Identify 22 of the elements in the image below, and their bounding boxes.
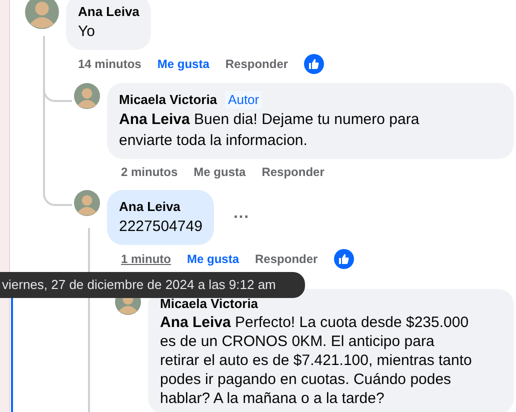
reply-link[interactable]: Responder bbox=[262, 163, 324, 181]
author-name[interactable]: Micaela Victoria bbox=[160, 295, 258, 313]
comment-time[interactable]: 1 minuto bbox=[121, 250, 171, 268]
comment-time[interactable]: 14 minutos bbox=[78, 55, 142, 73]
reply-link[interactable]: Responder bbox=[225, 55, 288, 73]
author-name[interactable]: Micaela Victoria bbox=[119, 91, 218, 109]
thumbs-up-icon bbox=[304, 54, 324, 74]
author-name[interactable]: Ana Leiva bbox=[119, 198, 180, 216]
comment-text: Ana Leiva Buen dia! Dejame tu numero para enviarte toda la informacion. bbox=[119, 110, 420, 151]
author-name[interactable]: Ana Leiva bbox=[78, 3, 140, 21]
like-link[interactable]: Me gusta bbox=[194, 163, 246, 181]
comment-text: Yo bbox=[78, 22, 96, 42]
tooltip: viernes, 27 de diciembre de 2024 a las 9:12 am bbox=[0, 272, 305, 298]
more-options-button[interactable]: ··· bbox=[233, 206, 250, 230]
like-link[interactable]: Me gusta bbox=[187, 250, 240, 268]
like-link[interactable]: Me gusta bbox=[157, 55, 210, 73]
comment-text: 2227504749 bbox=[119, 217, 202, 237]
comment-time[interactable]: 2 minutos bbox=[121, 163, 178, 181]
comment-text: Ana Leiva Perfecto! La cuota desde $235.000 es de un CRONOS 0KM. El anticipo para retirar el auto es de $7.421.100, mientras tanto podes ir pagando en cuotas. Cuándo podes hablar? A la mañana o a la tarde? bbox=[160, 313, 473, 408]
reply-link[interactable]: Responder bbox=[255, 250, 318, 268]
author-badge: Autor bbox=[225, 91, 262, 109]
thumbs-up-icon bbox=[334, 249, 354, 269]
